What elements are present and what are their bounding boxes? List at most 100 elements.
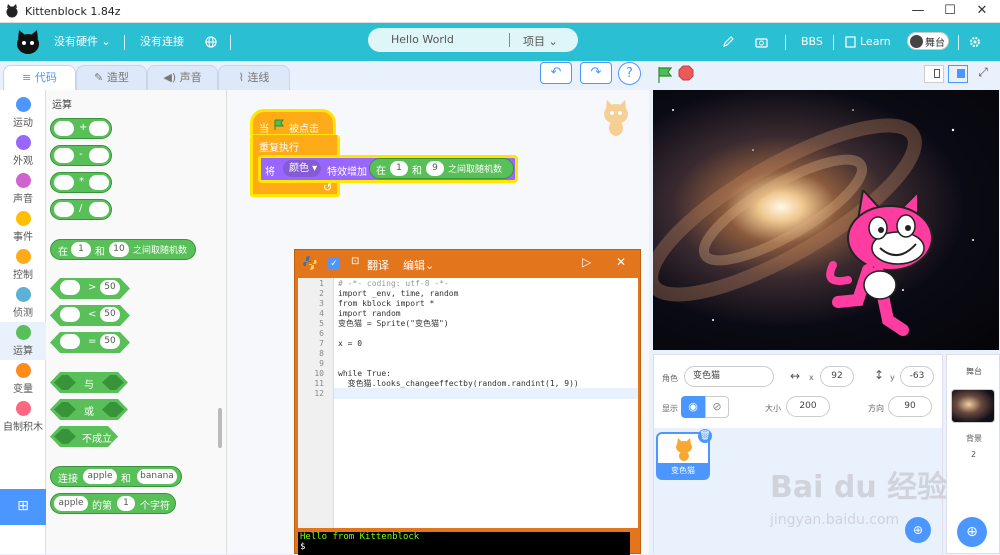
bool-slot[interactable] <box>54 429 76 444</box>
choose-backdrop-button[interactable]: ⊕ <box>957 517 987 547</box>
tab-costumes[interactable]: ✎ 造型 <box>76 65 147 90</box>
equals-block[interactable]: = 50 <box>50 332 130 353</box>
join-a-input[interactable]: apple <box>83 469 117 484</box>
stop-icon[interactable] <box>678 65 694 81</box>
script-stack[interactable]: 当 被点击 重复执行 ↺ 将 颜色 ▾ 特效增加 在 1 和 9 之间取随机数 <box>248 95 578 203</box>
category-item[interactable]: 侦测 <box>0 284 46 322</box>
extension-button[interactable]: ⊞ <box>0 489 46 525</box>
globe-icon[interactable] <box>205 36 217 48</box>
operand-slot[interactable] <box>89 175 109 190</box>
tab-sounds[interactable]: ◀) 声音 <box>147 65 218 90</box>
category-item[interactable]: 控制 <box>0 246 46 284</box>
bool-slot[interactable] <box>102 375 124 390</box>
letter-string-input[interactable]: apple <box>54 496 88 511</box>
not-block[interactable]: 不成立 <box>50 426 118 447</box>
gear-icon[interactable] <box>968 35 982 49</box>
green-flag-icon[interactable] <box>655 65 675 85</box>
close-icon[interactable]: ✕ <box>616 255 626 269</box>
y-input[interactable]: -63 <box>900 366 934 387</box>
maximize-button[interactable]: ☐ <box>934 0 966 23</box>
pencil-icon[interactable] <box>722 36 734 48</box>
category-item[interactable]: 运动 <box>0 94 46 132</box>
project-name-input[interactable]: Hello World <box>391 33 454 46</box>
random-to-input[interactable]: 10 <box>109 242 129 257</box>
palette-scrollbar[interactable] <box>218 408 222 448</box>
or-block[interactable]: 或 <box>50 399 128 420</box>
operand-slot[interactable] <box>89 121 109 136</box>
operand-slot[interactable] <box>54 175 74 190</box>
stage[interactable] <box>653 90 999 350</box>
normal-stage-button[interactable] <box>948 65 968 83</box>
bool-slot[interactable] <box>102 402 124 417</box>
divide-block[interactable]: / <box>50 199 112 220</box>
operand-slot[interactable] <box>60 334 80 349</box>
hardware-menu[interactable]: 没有硬件 ⌄ <box>54 23 111 61</box>
learn-link[interactable]: Learn <box>860 23 891 61</box>
letter-index-input[interactable]: 1 <box>117 496 135 511</box>
close-window-button[interactable]: ✕ <box>966 0 998 23</box>
operand-slot[interactable] <box>89 202 109 217</box>
tab-wiring[interactable]: ⌇ 连线 <box>218 65 290 90</box>
stage-mode-toggle[interactable]: 舞台 <box>907 32 949 50</box>
category-item[interactable]: 变量 <box>0 360 46 398</box>
subtract-block[interactable]: - <box>50 145 112 166</box>
operand-slot[interactable] <box>54 148 74 163</box>
operand-slot[interactable] <box>89 148 109 163</box>
bool-slot[interactable] <box>54 375 76 390</box>
hide-button[interactable]: ⊘ <box>705 396 729 418</box>
letter-of-block[interactable]: apple 的第 1 个字符 <box>50 493 176 514</box>
x-input[interactable]: 92 <box>820 366 854 387</box>
sprite-name-input[interactable]: 变色猫 <box>684 366 774 387</box>
translate-button[interactable]: 翻译 <box>367 257 389 273</box>
kitten-logo-icon[interactable] <box>14 29 42 55</box>
bool-slot[interactable] <box>54 402 76 417</box>
run-icon[interactable]: ▷ <box>582 255 591 269</box>
backdrop-thumbnail[interactable] <box>951 389 995 423</box>
choose-sprite-button[interactable]: ⊕ <box>905 517 931 543</box>
random-from-input[interactable]: 1 <box>390 161 408 176</box>
tab-code[interactable]: ≡ 代码 <box>3 65 76 91</box>
category-item[interactable]: 事件 <box>0 208 46 246</box>
operand-slot[interactable] <box>54 202 74 217</box>
code-editor[interactable]: 1 # -*- coding: utf-8 -*- 2 import _env, ti… <box>298 278 638 528</box>
compare-value[interactable]: 50 <box>100 280 120 295</box>
effect-dropdown[interactable]: 颜色 ▾ <box>283 160 321 177</box>
random-from-input[interactable]: 1 <box>71 242 91 257</box>
sync-checkbox[interactable]: ✓ <box>328 258 340 270</box>
small-stage-button[interactable] <box>924 65 944 83</box>
minimize-button[interactable]: — <box>902 0 934 23</box>
compare-value[interactable]: 50 <box>100 334 120 349</box>
category-item[interactable]: 声音 <box>0 170 46 208</box>
operand-slot[interactable] <box>60 307 80 322</box>
show-button[interactable]: ◉ <box>681 396 705 418</box>
category-item[interactable]: 外观 <box>0 132 46 170</box>
connect-menu[interactable]: 没有连接 <box>140 23 184 61</box>
multiply-block[interactable]: * <box>50 172 112 193</box>
category-item[interactable]: 运算 <box>0 322 46 360</box>
join-block[interactable]: 连接 apple 和 banana <box>50 466 182 487</box>
random-block[interactable]: 在 1 和 10 之间取随机数 <box>50 239 196 260</box>
add-block[interactable]: + <box>50 118 112 139</box>
size-input[interactable]: 200 <box>786 396 830 417</box>
random-to-input[interactable]: 9 <box>426 161 444 176</box>
fullscreen-button[interactable]: ⤢ <box>973 65 993 83</box>
redo-button[interactable]: ↷ <box>580 62 612 84</box>
greater-than-block[interactable]: >50 <box>50 278 130 299</box>
when-flag-clicked-block[interactable]: 当 被点击 <box>250 109 336 137</box>
and-block[interactable]: 与 <box>50 372 128 393</box>
delete-sprite-button[interactable]: 🗑 <box>698 429 712 443</box>
less-than-block[interactable]: <50 <box>50 305 130 326</box>
undo-button[interactable]: ↶ <box>540 62 572 84</box>
operand-slot[interactable] <box>54 121 74 136</box>
edit-menu[interactable]: 编辑⌄ <box>403 257 434 273</box>
change-effect-block[interactable]: 将 颜色 ▾ 特效增加 在 1 和 9 之间取随机数 <box>258 155 518 183</box>
bbs-link[interactable]: BBS <box>801 23 823 61</box>
operand-slot[interactable] <box>60 280 80 295</box>
project-menu[interactable]: 项目 ⌄ <box>523 33 558 49</box>
category-item[interactable]: 自制积木 <box>0 398 46 436</box>
help-button[interactable]: ? <box>618 62 641 85</box>
random-reporter[interactable]: 在 1 和 9 之间取随机数 <box>369 158 514 179</box>
join-b-input[interactable]: banana <box>137 469 177 484</box>
cat-sprite[interactable] <box>818 190 948 340</box>
compare-value[interactable]: 50 <box>100 307 120 322</box>
